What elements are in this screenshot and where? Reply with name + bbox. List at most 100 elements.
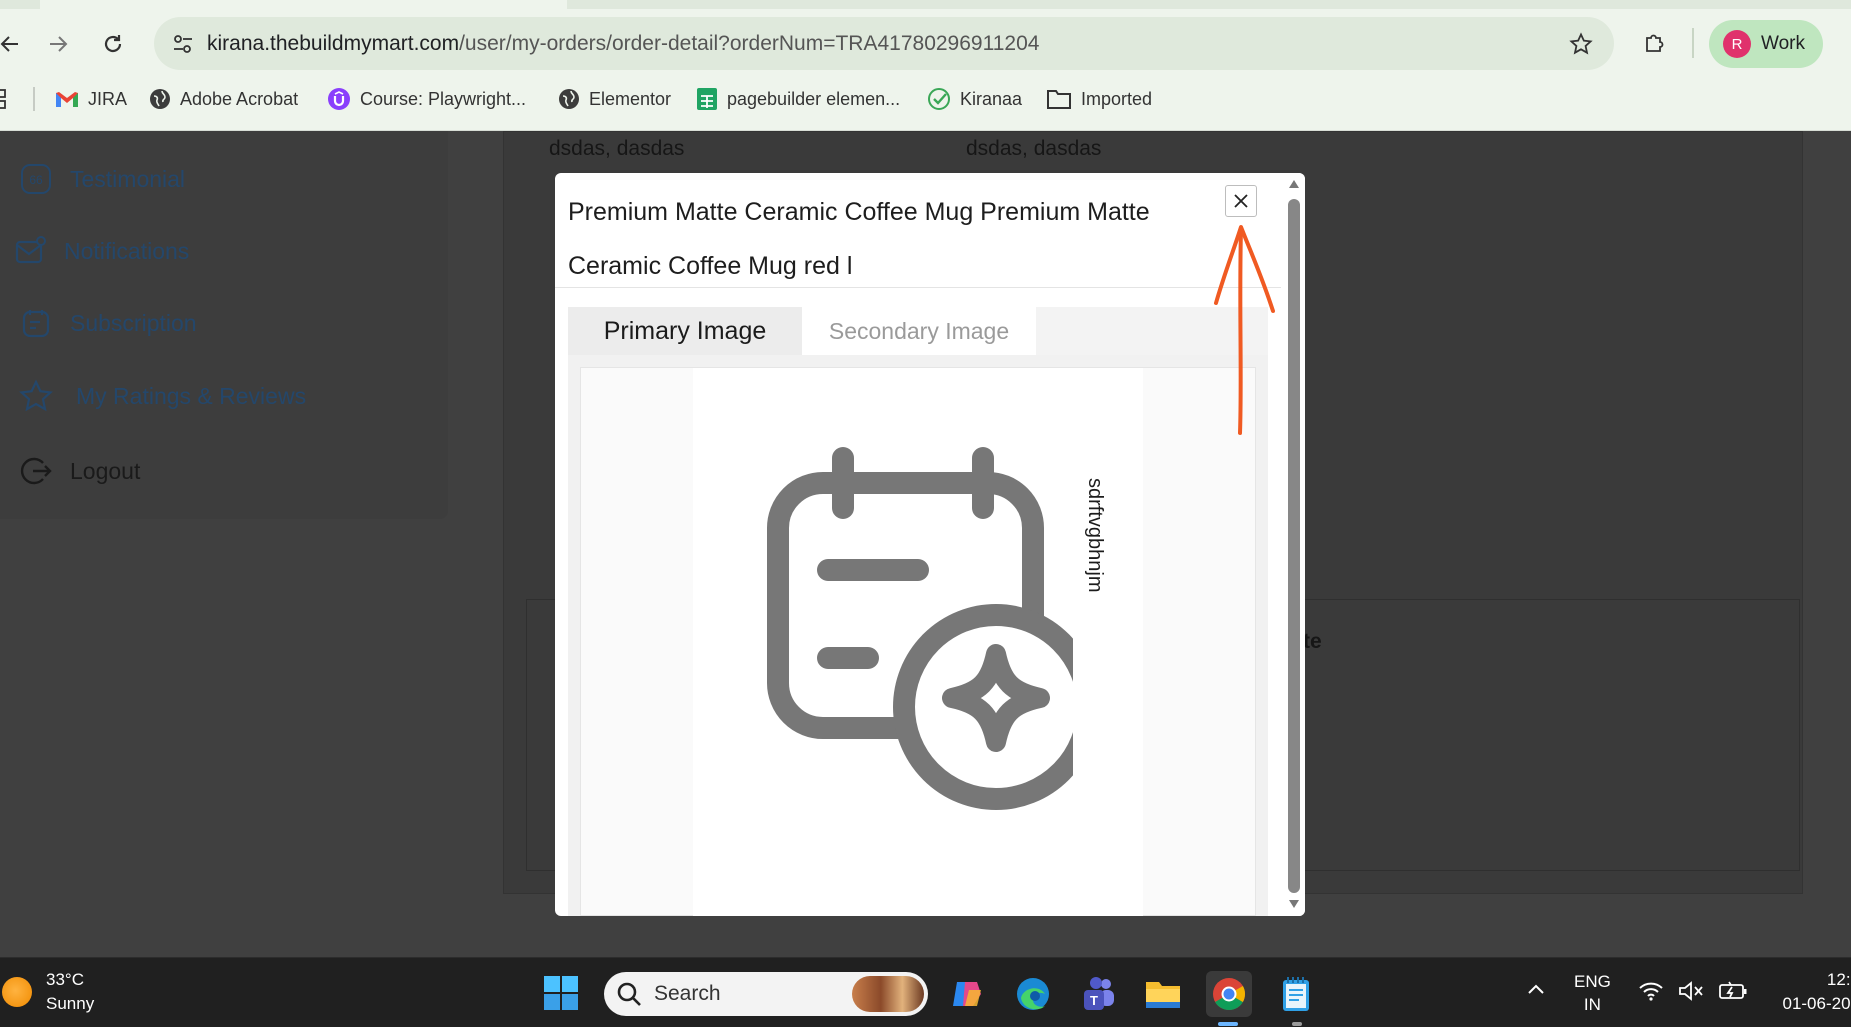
star-outline-icon	[1569, 32, 1593, 55]
file-explorer-app[interactable]	[1140, 971, 1186, 1017]
image-frame: sdrftvgbhnjm	[580, 367, 1256, 916]
gmail-icon	[56, 92, 78, 107]
browser-chrome: kirana.thebuildmymart.com/user/my-orders…	[0, 0, 1851, 131]
partial-heading-text: te	[1303, 630, 1322, 653]
weather-widget[interactable]: 33°C Sunny	[0, 968, 94, 1016]
tab-strip	[567, 0, 1851, 9]
sidebar-item-testimonial[interactable]: 66 Testimonial	[0, 159, 185, 199]
taskbar: 33°C Sunny Search T ENG IN 12: 01-06-20	[0, 957, 1851, 1027]
sidebar-item-subscription[interactable]: Subscription	[0, 303, 197, 343]
sidebar-item-ratings-reviews[interactable]: My Ratings & Reviews	[0, 376, 306, 416]
profile-name: Work	[1761, 33, 1805, 54]
active-app-indicator	[1218, 1022, 1238, 1026]
bookmark-label: Course: Playwright...	[360, 88, 527, 109]
bookmark-adobe-acrobat[interactable]: Adobe Acrobat	[149, 82, 298, 116]
wifi-icon	[1639, 982, 1663, 1001]
folder-icon	[1047, 90, 1071, 109]
svg-text:66: 66	[29, 173, 43, 187]
tab-primary-image[interactable]: Primary Image	[568, 307, 802, 355]
close-icon	[1234, 194, 1248, 208]
sun-icon	[2, 977, 32, 1007]
arrow-right-icon	[50, 36, 68, 52]
subscription-icon	[16, 303, 56, 343]
teams-icon: T	[1084, 977, 1114, 1010]
speaker-muted-icon	[1679, 981, 1703, 1001]
image-caption-text: sdrftvgbhnjm	[1084, 478, 1106, 593]
extensions-button[interactable]	[1638, 26, 1672, 60]
edge-app[interactable]	[1010, 971, 1056, 1017]
teams-app[interactable]: T	[1075, 971, 1121, 1017]
clock[interactable]: 12:2 01-06-202	[1760, 968, 1851, 1016]
product-image-modal: Premium Matte Ceramic Coffee Mug Premium…	[555, 173, 1305, 916]
reload-icon	[104, 35, 122, 53]
close-button[interactable]	[1225, 185, 1257, 217]
sheets-icon	[697, 88, 717, 110]
taskbar-search[interactable]: Search	[604, 972, 928, 1016]
arrow-left-icon	[0, 36, 18, 52]
chevron-up-icon[interactable]	[1524, 978, 1548, 1002]
bookmark-label: pagebuilder elemen...	[727, 88, 901, 109]
scroll-up-icon[interactable]	[1288, 179, 1300, 189]
bookmark-imported[interactable]: Imported	[1046, 82, 1152, 116]
system-tray[interactable]	[1638, 980, 1748, 1002]
bookmark-kiranaa[interactable]: Kiranaa	[927, 82, 1022, 116]
globe-icon	[150, 89, 170, 109]
bookmark-label: Imported	[1081, 88, 1153, 109]
bookmarks-separator	[33, 87, 35, 111]
sidebar-item-label: Testimonial	[70, 165, 186, 192]
language-indicator[interactable]: ENG IN	[1574, 970, 1611, 1016]
reload-button[interactable]	[95, 26, 131, 62]
udemy-icon	[328, 88, 350, 110]
sidebar-item-logout[interactable]: Logout	[0, 451, 140, 491]
tab-secondary-image[interactable]: Secondary Image	[802, 307, 1036, 355]
bookmark-label: JIRA	[88, 88, 128, 109]
logout-icon	[16, 451, 56, 491]
sidebar-item-notifications[interactable]: Notifications	[0, 231, 189, 271]
battery-charging-icon	[1719, 981, 1747, 999]
bookmarks-bar: JIRA Adobe Acrobat Course: Playwright...…	[0, 82, 1851, 116]
apps-grid-icon[interactable]	[0, 88, 10, 110]
bookmark-elementor[interactable]: Elementor	[558, 82, 671, 116]
modal-title: Premium Matte Ceramic Coffee Mug Premium…	[568, 198, 1150, 280]
url-host: kirana.thebuildmymart.com	[207, 32, 460, 55]
svg-text:T: T	[1090, 993, 1098, 1008]
copilot-icon	[953, 982, 981, 1006]
weather-text: 33°C Sunny	[46, 968, 94, 1016]
clock-time: 12:2	[1826, 970, 1851, 989]
chrome-app[interactable]	[1206, 971, 1252, 1017]
account-sidebar: 66 Testimonial Notifications Subscriptio…	[0, 131, 448, 519]
weather-description: Sunny	[46, 994, 95, 1013]
scroll-down-icon[interactable]	[1288, 899, 1300, 909]
calendar-sparkle-placeholder-icon	[767, 447, 1073, 810]
annotation-arrow-icon	[1214, 225, 1275, 435]
search-icon	[617, 982, 641, 1006]
address-bar[interactable]: kirana.thebuildmymart.com/user/my-orders…	[154, 17, 1614, 70]
url-text[interactable]: kirana.thebuildmymart.com/user/my-orders…	[207, 32, 1039, 56]
notepad-app[interactable]	[1273, 971, 1319, 1017]
forward-button[interactable]	[40, 26, 76, 62]
check-circle-icon	[928, 88, 950, 110]
bookmark-pagebuilder[interactable]: pagebuilder elemen...	[696, 82, 900, 116]
sidebar-item-label: Notifications	[64, 237, 190, 264]
search-highlight-image	[852, 976, 924, 1012]
bookmark-course-playwright[interactable]: Course: Playwright...	[327, 82, 526, 116]
bookmark-label: Adobe Acrobat	[180, 88, 299, 109]
copilot-app[interactable]	[944, 971, 990, 1017]
tune-icon	[174, 35, 192, 53]
image-tabs: Primary Image Secondary Image	[568, 307, 1268, 355]
bookmark-star-button[interactable]	[1566, 29, 1596, 59]
quote-icon: 66	[16, 159, 56, 199]
windows-start-icon[interactable]	[543, 975, 579, 1011]
sidebar-item-label: Logout	[70, 457, 141, 484]
region-code: IN	[1583, 995, 1601, 1014]
back-button[interactable]	[0, 26, 28, 62]
edge-icon	[1017, 978, 1049, 1010]
shipping-address-text: dsdas, dasdas	[549, 137, 685, 160]
bookmark-jira[interactable]: JIRA	[55, 82, 127, 116]
star-icon	[16, 376, 56, 416]
chrome-icon	[1213, 978, 1246, 1011]
site-info-button[interactable]	[170, 31, 196, 57]
tab-edge-left	[0, 0, 40, 9]
profile-button[interactable]: R Work	[1709, 20, 1823, 68]
search-label: Search	[654, 982, 721, 1005]
